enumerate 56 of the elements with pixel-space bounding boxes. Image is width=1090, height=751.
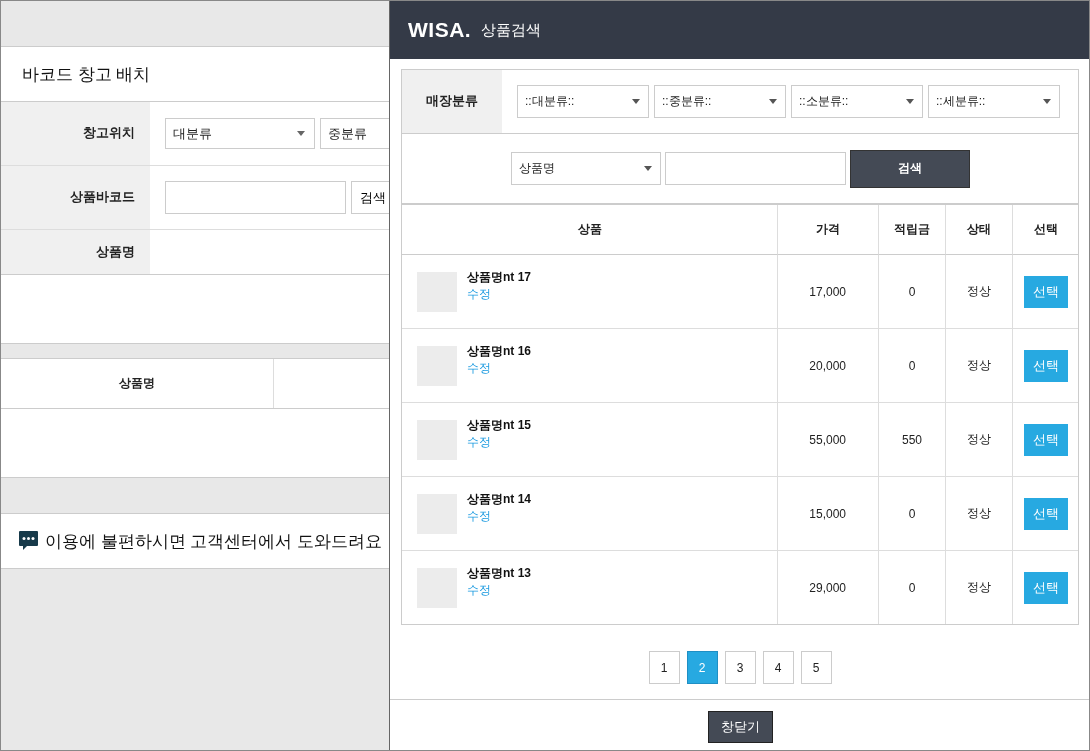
logo: WISA. bbox=[408, 18, 472, 42]
product-name: 상품명nt 15 bbox=[467, 417, 531, 434]
status: 정상 bbox=[967, 357, 991, 374]
column-header: 상태 bbox=[946, 205, 1013, 255]
column-header: 상품 bbox=[402, 205, 778, 255]
caret-icon bbox=[632, 99, 640, 104]
status: 정상 bbox=[967, 431, 991, 448]
caret-icon bbox=[769, 99, 777, 104]
status: 정상 bbox=[967, 505, 991, 522]
dropdown[interactable]: 대분류 bbox=[165, 118, 315, 149]
form-label: 매장분류 bbox=[402, 70, 502, 133]
price: 15,000 bbox=[809, 506, 846, 521]
caret-icon bbox=[643, 166, 652, 171]
price: 29,000 bbox=[809, 580, 846, 595]
points: 0 bbox=[908, 358, 916, 373]
dropdown[interactable]: ::소분류:: bbox=[791, 85, 923, 118]
input-field[interactable] bbox=[165, 181, 346, 214]
dropdown[interactable]: ::대분류:: bbox=[517, 85, 649, 118]
page-button[interactable]: 3 bbox=[724, 651, 756, 684]
price: 20,000 bbox=[809, 358, 846, 373]
points: 0 bbox=[908, 580, 916, 595]
caret-icon bbox=[1043, 99, 1051, 104]
close-button[interactable]: 창닫기 bbox=[707, 710, 773, 743]
product-name: 상품명nt 14 bbox=[467, 491, 531, 508]
page-button[interactable]: 4 bbox=[762, 651, 794, 684]
page-button[interactable]: 5 bbox=[800, 651, 832, 684]
dropdown[interactable]: 상품명 bbox=[510, 152, 661, 185]
price: 17,000 bbox=[809, 284, 846, 299]
product-name: 상품명nt 13 bbox=[467, 565, 531, 582]
price: 55,000 bbox=[809, 432, 846, 447]
form-label: 상품바코드 bbox=[1, 166, 150, 229]
caret-icon bbox=[906, 99, 914, 104]
form-label: 상품명 bbox=[1, 230, 150, 274]
search-field[interactable] bbox=[664, 152, 846, 185]
search-button[interactable]: 검색 bbox=[351, 181, 390, 214]
help-text: 이용에 불편하시면 고객센터에서 도와드려요 bbox=[45, 530, 383, 553]
form-label: 창고위치 bbox=[1, 102, 150, 165]
column-header: 가격 bbox=[778, 205, 879, 255]
dropdown[interactable]: ::세분류:: bbox=[928, 85, 1060, 118]
column-header: 상품명 bbox=[1, 359, 274, 408]
chat-icon bbox=[19, 531, 38, 551]
popup-title: 상품검색 bbox=[481, 20, 542, 40]
status: 정상 bbox=[967, 579, 991, 596]
points: 0 bbox=[908, 284, 916, 299]
status: 정상 bbox=[967, 283, 991, 300]
product-name: 상품명nt 17 bbox=[467, 269, 531, 286]
column-header: 적립금 bbox=[879, 205, 946, 255]
search-button[interactable]: 검색 bbox=[849, 149, 970, 188]
page-title: 바코드 창고 배치 bbox=[22, 63, 151, 86]
page-button[interactable]: 1 bbox=[648, 651, 680, 684]
points: 0 bbox=[908, 506, 916, 521]
column-header: 선택 bbox=[1013, 205, 1078, 255]
dropdown[interactable]: ::중분류:: bbox=[654, 85, 786, 118]
product-name: 상품명nt 16 bbox=[467, 343, 531, 360]
caret-icon bbox=[297, 131, 305, 136]
points: 550 bbox=[902, 432, 922, 447]
